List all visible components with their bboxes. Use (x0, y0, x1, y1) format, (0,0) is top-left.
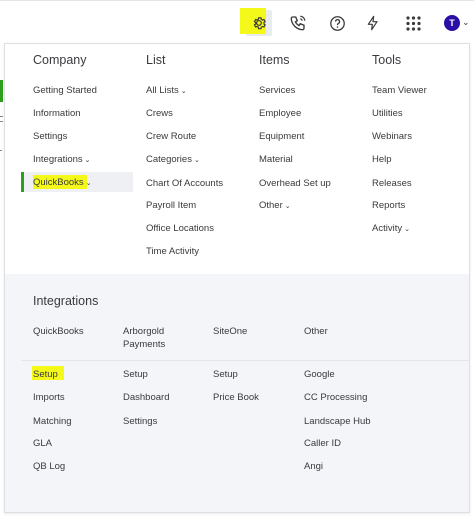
menu-item-employee[interactable]: Employee (259, 108, 301, 119)
menu-item-categories[interactable]: Categories ⌄ (146, 154, 200, 165)
menu-item-help[interactable]: Help (372, 154, 392, 165)
integration-header-quickbooks: QuickBooks (33, 326, 84, 337)
integration-item-qb-log[interactable]: QB Log (33, 461, 65, 472)
menu-item-integrations-label: Integrations (33, 154, 83, 165)
column-header-company: Company (33, 53, 87, 67)
integration-item-qb-gla[interactable]: GLA (33, 438, 52, 449)
menu-item-other[interactable]: Other ⌄ (259, 200, 291, 211)
menu-item-crews[interactable]: Crews (146, 108, 173, 119)
background-active-indicator (0, 80, 3, 102)
background-page-mark (0, 116, 3, 122)
menu-item-categories-label: Categories (146, 154, 192, 165)
integration-item-payments-settings[interactable]: Settings (123, 416, 157, 427)
menu-item-other-label: Other (259, 200, 283, 211)
column-header-list: List (146, 53, 166, 67)
menu-item-quickbooks-label: QuickBooks (33, 177, 84, 188)
menu-item-crew-route[interactable]: Crew Route (146, 131, 196, 142)
lightning-icon (367, 15, 378, 31)
column-header-tools: Tools (372, 53, 402, 67)
menu-item-getting-started[interactable]: Getting Started (33, 85, 97, 96)
gear-icon-button[interactable] (240, 8, 272, 36)
column-header-items: Items (259, 53, 290, 67)
phone-icon (290, 15, 306, 31)
chevron-down-icon: ⌄ (180, 88, 187, 95)
menu-item-payroll-item[interactable]: Payroll Item (146, 200, 196, 211)
menu-item-utilities[interactable]: Utilities (372, 108, 403, 119)
menu-item-all-lists-label: All Lists (146, 85, 179, 96)
menu-item-material[interactable]: Material (259, 154, 293, 165)
menu-item-releases[interactable]: Releases (372, 178, 412, 189)
top-border (0, 0, 474, 1)
integration-item-siteone-price-book[interactable]: Price Book (213, 392, 259, 403)
integration-item-cc-processing[interactable]: CC Processing (304, 392, 367, 403)
integration-item-caller-id[interactable]: Caller ID (304, 438, 341, 449)
integration-item-landscape-hub[interactable]: Landscape Hub (304, 416, 371, 427)
selected-indicator-bar (21, 172, 24, 192)
menu-item-activity-label: Activity (372, 223, 403, 234)
integrations-title: Integrations (33, 294, 99, 308)
menu-item-reports[interactable]: Reports (372, 200, 405, 211)
menu-item-activity[interactable]: Activity ⌄ (372, 223, 410, 234)
integration-header-siteone: SiteOne (213, 326, 248, 337)
menu-item-all-lists[interactable]: All Lists ⌄ (146, 85, 187, 96)
apps-grid-icon-button[interactable] (400, 10, 426, 36)
menu-item-quickbooks[interactable]: QuickBooks ⌄ (33, 177, 92, 188)
background-page-mark (0, 150, 2, 151)
menu-item-services[interactable]: Services (259, 85, 295, 96)
lightning-icon-button[interactable] (360, 10, 386, 36)
avatar[interactable]: T (444, 15, 460, 31)
menu-item-chart-of-accounts[interactable]: Chart Of Accounts (146, 178, 223, 189)
integration-item-payments-dashboard[interactable]: Dashboard (123, 392, 169, 403)
integrations-divider (21, 360, 469, 361)
integration-item-angi[interactable]: Angi (304, 461, 323, 472)
menu-item-settings[interactable]: Settings (33, 131, 67, 142)
integration-item-qb-setup[interactable]: Setup (33, 369, 58, 380)
integration-item-siteone-setup[interactable]: Setup (213, 369, 238, 380)
help-icon-button[interactable] (324, 10, 350, 36)
menu-item-overhead-set-up[interactable]: Overhead Set up (259, 178, 331, 189)
chevron-down-icon: ⌄ (84, 157, 91, 164)
chevron-down-icon[interactable]: ⌄ (462, 17, 470, 28)
settings-dropdown-panel: Company List Items Tools Getting Started… (4, 43, 470, 513)
gear-icon (253, 17, 266, 30)
avatar-initial: T (449, 18, 455, 28)
menu-item-information[interactable]: Information (33, 108, 81, 119)
menu-item-webinars[interactable]: Webinars (372, 131, 412, 142)
top-bar: T ⌄ (0, 0, 474, 44)
help-icon (329, 15, 345, 31)
integration-item-google[interactable]: Google (304, 369, 335, 380)
menu-item-integrations[interactable]: Integrations ⌄ (33, 154, 91, 165)
integration-header-arborgold-payments: Arborgold Payments (123, 326, 166, 350)
chevron-down-icon: ⌄ (404, 226, 410, 233)
menu-item-office-locations[interactable]: Office Locations (146, 223, 214, 234)
menu-item-time-activity[interactable]: Time Activity (146, 246, 199, 257)
chevron-down-icon: ⌄ (284, 203, 291, 210)
integration-item-payments-setup[interactable]: Setup (123, 369, 148, 380)
integration-item-qb-imports[interactable]: Imports (33, 392, 65, 403)
integration-header-other: Other (304, 326, 328, 337)
chevron-down-icon: ⌄ (85, 180, 92, 187)
menu-item-equipment[interactable]: Equipment (259, 131, 304, 142)
integration-item-qb-matching[interactable]: Matching (33, 416, 72, 427)
phone-icon-button[interactable] (285, 10, 311, 36)
apps-grid-icon (405, 15, 421, 31)
menu-item-team-viewer[interactable]: Team Viewer (372, 85, 427, 96)
chevron-down-icon: ⌄ (193, 157, 200, 164)
settings-menu-section: Company List Items Tools Getting Started… (5, 44, 469, 274)
